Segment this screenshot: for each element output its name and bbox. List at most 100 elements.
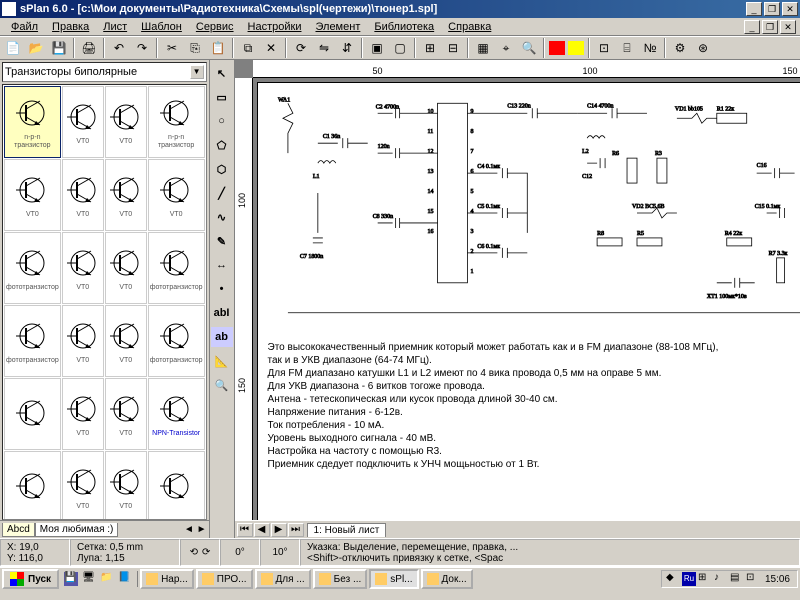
menu-edit[interactable]: Правка (45, 20, 96, 34)
node-tool[interactable]: • (210, 278, 234, 300)
category-combo[interactable]: Транзисторы биполярные ▼ (2, 62, 207, 82)
component-cell[interactable]: фототранзистор (4, 305, 61, 377)
ql-save-icon[interactable]: 💾 (63, 571, 79, 587)
library-button[interactable]: ⌸ (616, 38, 638, 58)
clock[interactable]: 15:06 (762, 574, 793, 585)
menu-library[interactable]: Библиотека (367, 20, 441, 34)
rotate-button[interactable]: ⟳ (290, 38, 312, 58)
circle-tool[interactable]: ○ (210, 110, 234, 132)
component-cell[interactable]: фототранзистор (148, 305, 205, 377)
component-cell[interactable]: фототранзистор (4, 232, 61, 304)
component-button[interactable]: ⊡ (593, 38, 615, 58)
polygon-tool[interactable]: ⬡ (210, 158, 234, 180)
grid-button[interactable]: ▦ (472, 38, 494, 58)
mdi-minimize-button[interactable]: _ (744, 20, 760, 34)
special-tool[interactable]: ⬠ (210, 134, 234, 156)
menu-element[interactable]: Элемент (308, 20, 367, 34)
zoom-tool[interactable]: 🔍 (210, 374, 234, 396)
minimize-button[interactable]: _ (746, 2, 762, 16)
component-cell[interactable]: VT0 (105, 451, 147, 520)
mirror-v-button[interactable]: ⇵ (336, 38, 358, 58)
measure-tool[interactable]: 📐 (210, 350, 234, 372)
undo-button[interactable]: ↶ (108, 38, 130, 58)
sheet-first-button[interactable]: ⏮ (237, 523, 253, 537)
paste-button[interactable]: 📋 (207, 38, 229, 58)
component-cell[interactable]: VT0 (62, 159, 104, 231)
ql-desktop-icon[interactable]: 🖥 (81, 571, 97, 587)
text-tool[interactable]: ab (210, 326, 234, 348)
task-button[interactable]: ПРО... (196, 569, 253, 589)
tray-icon-2[interactable]: ⊞ (698, 572, 712, 586)
component-cell[interactable]: VT0 (105, 305, 147, 377)
mdi-close-button[interactable]: ✕ (780, 20, 796, 34)
task-button[interactable]: Без ... (313, 569, 368, 589)
menu-help[interactable]: Справка (441, 20, 498, 34)
group-button[interactable]: ⊞ (419, 38, 441, 58)
ql-a-icon[interactable]: 📁 (99, 571, 115, 587)
sheet-prev-button[interactable]: ◀ (254, 523, 270, 537)
component-cell[interactable]: VT0 (62, 232, 104, 304)
tool-a-button[interactable]: ⚙ (669, 38, 691, 58)
component-cell[interactable]: VT0 (4, 159, 61, 231)
task-button[interactable]: sPl... (369, 569, 418, 589)
task-button[interactable]: Нар... (140, 569, 194, 589)
dimension-tool[interactable]: ↔ (210, 254, 234, 276)
component-cell[interactable]: VT0 (62, 378, 104, 450)
rotate-right-icon[interactable]: ⟳ (202, 547, 210, 558)
tray-lang-icon[interactable]: Ru (682, 572, 696, 586)
component-cell[interactable]: n-p-n транзистор (148, 86, 205, 158)
component-cell[interactable]: VT0 (62, 86, 104, 158)
menu-template[interactable]: Шаблон (134, 20, 189, 34)
mirror-h-button[interactable]: ⇋ (313, 38, 335, 58)
ql-b-icon[interactable]: 📘 (117, 571, 133, 587)
rotate-left-icon[interactable]: ⟲ (190, 547, 198, 558)
curve-tool[interactable]: ∿ (210, 206, 234, 228)
left-tab-favorite[interactable]: Моя любимая :) (35, 523, 119, 537)
tray-icon-1[interactable]: ◆ (666, 572, 680, 586)
component-cell[interactable]: VT0 (105, 159, 147, 231)
tray-icon-5[interactable]: ⊡ (746, 572, 760, 586)
component-cell[interactable]: NPN-Transistor (148, 378, 205, 450)
save-button[interactable]: 💾 (48, 38, 70, 58)
tool-b-button[interactable]: ⊛ (692, 38, 714, 58)
sheet-next-button[interactable]: ▶ (271, 523, 287, 537)
component-cell[interactable] (4, 378, 61, 450)
redo-button[interactable]: ↷ (131, 38, 153, 58)
left-tab-abcd[interactable]: Abcd (2, 523, 35, 537)
drawing-sheet[interactable]: WA1 1011 1213 1415 16 98 76 54 32 1 (257, 82, 800, 520)
color-bg-button[interactable] (567, 40, 585, 56)
maximize-button[interactable]: ❐ (764, 2, 780, 16)
component-cell[interactable]: фототранзистор (148, 232, 205, 304)
status-angle-a[interactable]: 0° (220, 539, 260, 566)
rect-tool[interactable]: ▭ (210, 86, 234, 108)
ungroup-button[interactable]: ⊟ (442, 38, 464, 58)
mdi-maximize-button[interactable]: ❐ (762, 20, 778, 34)
line-tool[interactable]: ╱ (210, 182, 234, 204)
print-button[interactable]: 🖨 (78, 38, 100, 58)
open-button[interactable]: 📂 (25, 38, 47, 58)
tray-icon-3[interactable]: ♪ (714, 572, 728, 586)
zoom-button[interactable]: 🔍 (518, 38, 540, 58)
sheet-tab-1[interactable]: 1: Новый лист (307, 523, 387, 537)
cut-button[interactable]: ✂ (161, 38, 183, 58)
chevron-down-icon[interactable]: ▼ (190, 65, 204, 79)
duplicate-button[interactable]: ⧉ (237, 38, 259, 58)
sheet-last-button[interactable]: ⏭ (288, 523, 304, 537)
component-cell[interactable] (4, 451, 61, 520)
canvas-scroll[interactable]: WA1 1011 1213 1415 16 98 76 54 32 1 (253, 78, 800, 520)
component-cell[interactable]: VT0 (105, 232, 147, 304)
component-cell[interactable]: n-p-n транзистор (4, 86, 61, 158)
renumber-button[interactable]: № (639, 38, 661, 58)
component-cell[interactable]: VT0 (105, 86, 147, 158)
new-button[interactable]: 📄 (2, 38, 24, 58)
status-angle-b[interactable]: 10° (260, 539, 300, 566)
close-button[interactable]: ✕ (782, 2, 798, 16)
menu-file[interactable]: Файл (4, 20, 45, 34)
component-cell[interactable]: VT0 (62, 305, 104, 377)
text-label-tool[interactable]: abI (210, 302, 234, 324)
menu-sheet[interactable]: Лист (96, 20, 134, 34)
color-fg-button[interactable] (548, 40, 566, 56)
task-button[interactable]: Для ... (255, 569, 311, 589)
tray-icon-4[interactable]: ▤ (730, 572, 744, 586)
component-cell[interactable] (148, 451, 205, 520)
